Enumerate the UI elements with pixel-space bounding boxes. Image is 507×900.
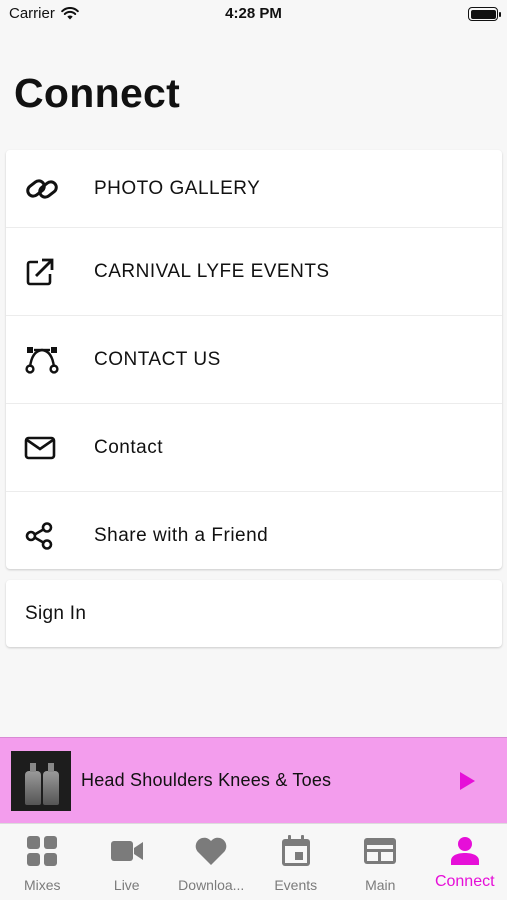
menu-item-label: CARNIVAL LYFE EVENTS <box>94 260 330 282</box>
tab-label: Connect <box>434 873 495 890</box>
status-bar: Carrier 4:28 PM <box>0 0 507 28</box>
external-link-icon <box>6 256 94 288</box>
menu-item-label: Contact <box>94 436 163 458</box>
page-title: Connect <box>14 70 181 116</box>
tab-connect[interactable]: Connect <box>423 824 507 900</box>
connect-menu-card: PHOTO GALLERY CARNIVAL LYFE EVENTS CONTA… <box>6 150 502 569</box>
tab-downloads[interactable]: Downloa... <box>169 824 254 900</box>
tab-events[interactable]: Events <box>254 824 339 900</box>
tab-label: Mixes <box>23 877 61 893</box>
person-icon <box>450 837 479 865</box>
play-icon <box>460 771 475 790</box>
menu-item-carnival-lyfe-events[interactable]: CARNIVAL LYFE EVENTS <box>6 228 502 316</box>
share-icon <box>6 521 94 551</box>
calendar-icon <box>281 835 310 866</box>
album-art <box>11 750 71 811</box>
tab-label: Events <box>274 877 318 893</box>
track-title: Head Shoulders Knees & Toes <box>81 770 332 790</box>
battery-icon <box>468 7 501 21</box>
tab-label: Live <box>113 877 140 893</box>
mail-icon <box>6 435 94 461</box>
menu-item-label: PHOTO GALLERY <box>94 177 261 199</box>
grid-icon <box>27 836 58 866</box>
menu-item-share-with-friend[interactable]: Share with a Friend <box>6 492 502 580</box>
play-button[interactable] <box>449 763 485 799</box>
menu-item-contact[interactable]: Contact <box>6 404 502 492</box>
browser-window-icon <box>364 838 397 864</box>
link-icon <box>6 175 94 203</box>
menu-item-contact-us[interactable]: CONTACT US <box>6 316 502 404</box>
tab-mixes[interactable]: Mixes <box>0 824 85 900</box>
sign-in-button[interactable]: Sign In <box>6 580 502 647</box>
menu-item-label: CONTACT US <box>94 348 221 370</box>
tab-label: Main <box>365 877 396 893</box>
status-time: 4:28 PM <box>225 5 282 22</box>
sign-in-label: Sign In <box>25 602 87 624</box>
mini-player[interactable]: Head Shoulders Knees & Toes <box>0 737 507 823</box>
menu-item-label: Share with a Friend <box>94 525 269 546</box>
tab-label: Downloa... <box>178 877 245 893</box>
tab-main[interactable]: Main <box>338 824 423 900</box>
tab-live[interactable]: Live <box>85 824 170 900</box>
heart-icon <box>195 837 227 865</box>
video-camera-icon <box>110 841 143 861</box>
menu-item-photo-gallery[interactable]: PHOTO GALLERY <box>6 150 502 228</box>
vector-curve-icon <box>6 345 94 375</box>
tab-bar: Mixes Live Downloa... Events Main Connec… <box>0 823 507 900</box>
